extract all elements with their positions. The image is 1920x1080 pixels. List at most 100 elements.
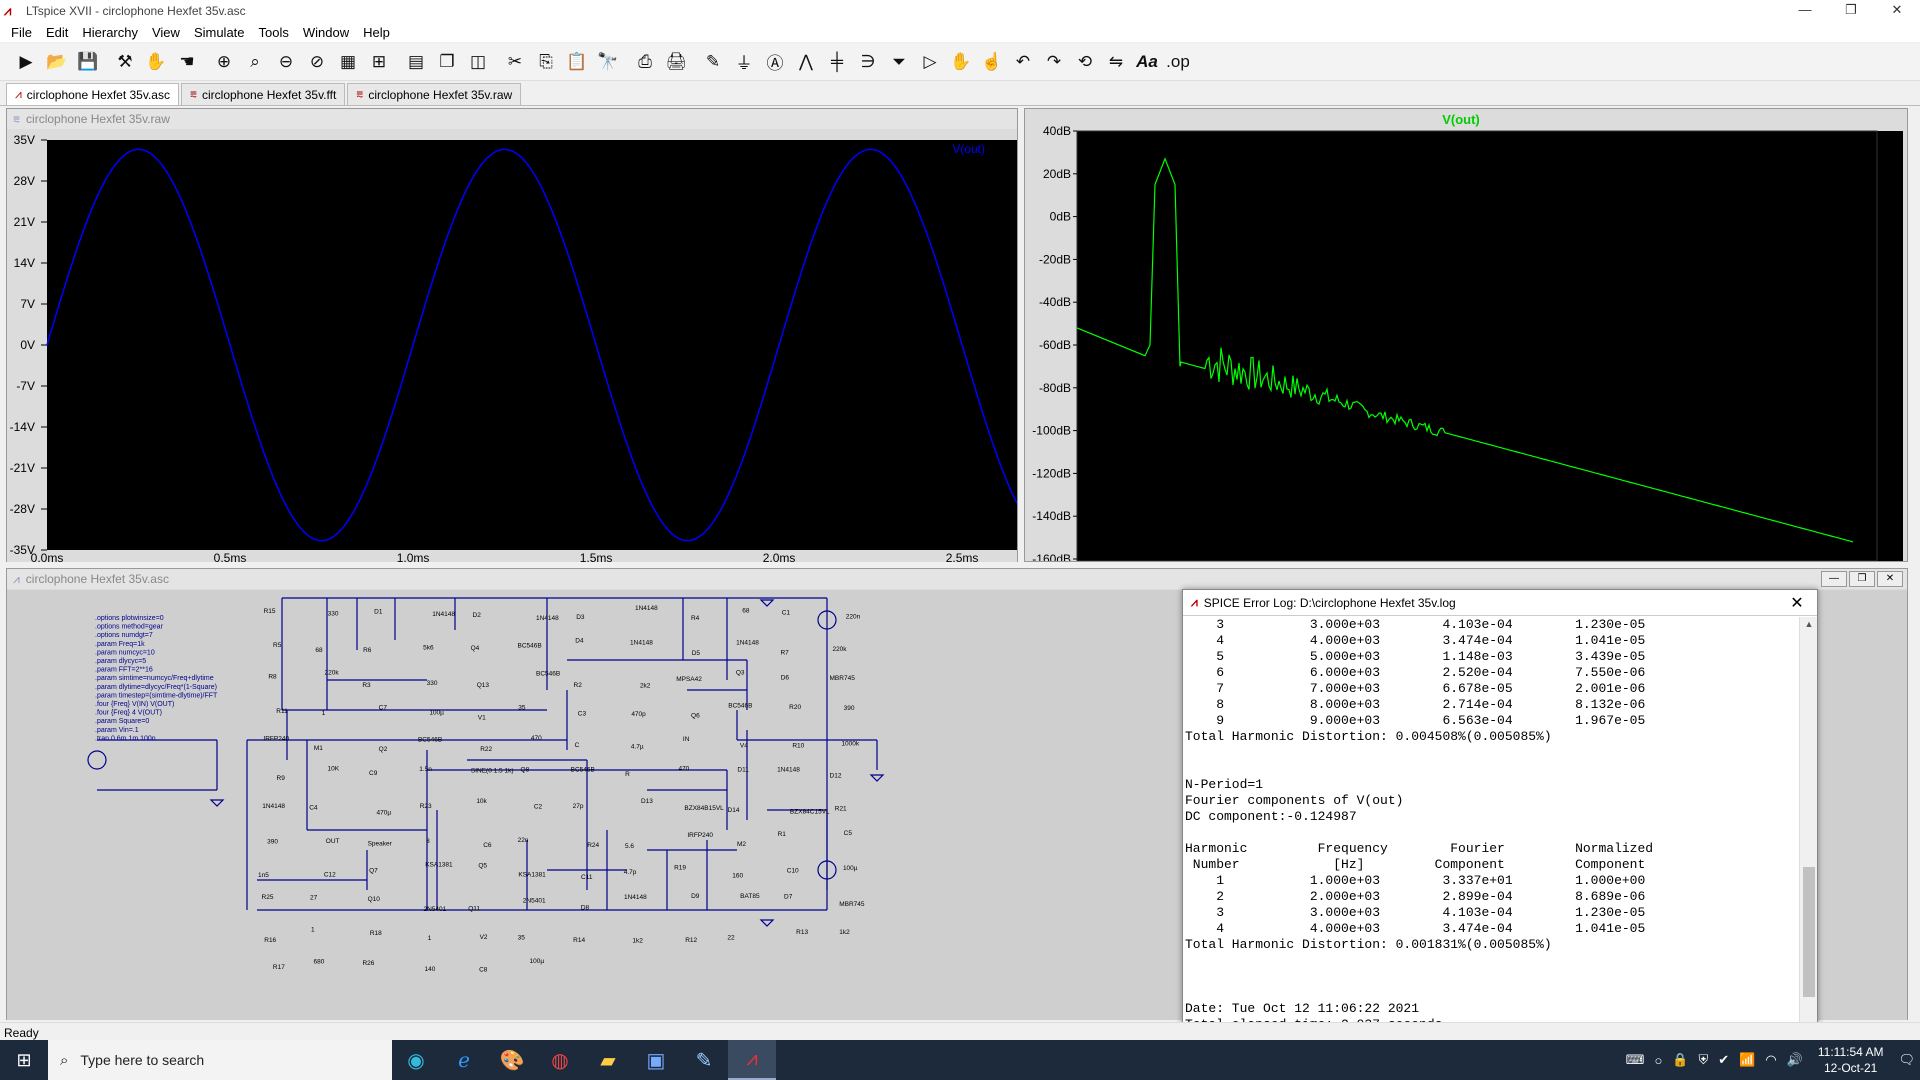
fft-plot[interactable]: V(out) 40dB 20dB 0dB -20dB -40dB -60dB -80dB -1… <box>1025 109 1907 561</box>
restore-button[interactable]: ❐ <box>1828 0 1874 22</box>
component-label[interactable]: C <box>575 742 580 749</box>
halt-icon[interactable]: ✋ <box>142 48 170 76</box>
log-scrollbar[interactable]: ▲ <box>1799 617 1817 1040</box>
component-label[interactable]: 470p <box>631 711 646 718</box>
component-label[interactable]: C3 <box>578 711 587 718</box>
resistor-icon[interactable]: ⋀ <box>792 48 820 76</box>
component-label[interactable]: BZX84B15VL <box>684 805 724 812</box>
component-label[interactable]: R19 <box>674 864 686 871</box>
component-label[interactable]: 100µ <box>429 709 444 716</box>
lock-icon[interactable]: 🔒 <box>1667 1052 1693 1068</box>
component-label[interactable]: 330 <box>328 610 339 617</box>
component-label[interactable]: D2 <box>473 612 482 619</box>
transient-plot[interactable]: 35V28V21V14V7V0V-7V-14V-21V-28V-35V 0.0m… <box>7 130 1017 562</box>
component-label[interactable]: Speaker <box>368 840 393 847</box>
component-label[interactable]: 4.7µ <box>631 743 644 750</box>
redo-icon[interactable]: ↷ <box>1040 48 1068 76</box>
component-label[interactable]: C8 <box>479 966 488 973</box>
zoom-cancel-icon[interactable]: ⊘ <box>303 48 331 76</box>
app-icon[interactable]: ▣ <box>632 1040 680 1080</box>
component-label[interactable]: BC546B <box>517 642 541 649</box>
label-net-icon[interactable]: Ⓐ <box>761 48 789 76</box>
component-label[interactable]: 1k2 <box>839 929 850 936</box>
component-label[interactable]: R17 <box>273 964 285 971</box>
component-label[interactable]: 1N4148 <box>630 639 653 646</box>
component-label[interactable]: Q3 <box>736 670 745 677</box>
component-label[interactable]: 27 <box>310 895 318 902</box>
component-label[interactable]: R2 <box>574 682 583 689</box>
component-label[interactable]: C12 <box>324 871 336 878</box>
component-label[interactable]: V1 <box>478 714 486 721</box>
component-label[interactable]: IN <box>683 736 690 743</box>
component-label[interactable]: D4 <box>575 637 584 644</box>
component-label[interactable]: D5 <box>692 650 701 657</box>
component-label[interactable]: 1N4148 <box>262 803 285 810</box>
mdi-close-button[interactable]: ✕ <box>1877 571 1903 587</box>
component-label[interactable]: M1 <box>314 745 323 752</box>
component-label[interactable]: 1 <box>322 710 326 717</box>
component-label[interactable]: 10K <box>327 766 339 773</box>
component-label[interactable]: 22n <box>518 837 529 844</box>
trace-label[interactable]: V(out) <box>952 142 985 156</box>
component-label[interactable]: D12 <box>830 772 842 779</box>
component-label[interactable]: BC546B <box>571 766 595 773</box>
edge-icon[interactable]: ◉ <box>392 1040 440 1080</box>
component-label[interactable]: 1000k <box>841 740 859 747</box>
paint-icon[interactable]: 🎨 <box>488 1040 536 1080</box>
component-label[interactable]: 100µ <box>843 865 858 872</box>
spice-directive[interactable]: .param Vin=.1 <box>95 727 139 734</box>
component-label[interactable]: V2 <box>480 934 488 941</box>
component-label[interactable]: 8 <box>426 838 430 845</box>
component-label[interactable]: 35 <box>518 934 526 941</box>
spice-directive[interactable]: .param numcyc=10 <box>95 649 155 656</box>
windows-start-icon[interactable]: ⊞ <box>0 1040 48 1080</box>
menu-hierarchy[interactable]: Hierarchy <box>75 25 145 40</box>
component-label[interactable]: IRFP240 <box>263 736 289 743</box>
component-label[interactable]: 1N4148 <box>635 605 658 612</box>
scroll-thumb[interactable] <box>1803 867 1815 997</box>
check-icon[interactable]: ✔ <box>1713 1052 1734 1068</box>
component-label[interactable]: 68 <box>742 607 750 614</box>
component-label[interactable]: D1 <box>374 609 383 616</box>
component-label[interactable]: MBR745 <box>839 901 865 908</box>
mdi-minimize-button[interactable]: — <box>1821 571 1847 587</box>
spice-directive-icon[interactable]: .op <box>1164 48 1192 76</box>
component-label[interactable]: R15 <box>264 608 276 615</box>
component-label[interactable]: D11 <box>737 767 749 774</box>
menu-help[interactable]: Help <box>356 25 397 40</box>
mdi-restore-button[interactable]: ❐ <box>1849 571 1875 587</box>
component-label[interactable]: R20 <box>789 704 801 711</box>
component-label[interactable]: D9 <box>691 893 700 900</box>
component-label[interactable]: 68 <box>315 647 323 654</box>
component-label[interactable]: R5 <box>273 642 282 649</box>
component-label[interactable]: 4.7p <box>624 869 637 876</box>
component-label[interactable]: R1 <box>778 831 787 838</box>
component-label[interactable]: D14 <box>728 807 740 814</box>
component-label[interactable]: R22 <box>480 746 492 753</box>
component-label[interactable]: 390 <box>844 705 855 712</box>
menu-tools[interactable]: Tools <box>252 25 296 40</box>
log-text[interactable]: 3 3.000e+03 4.103e-04 1.230e-05 4 4.000e… <box>1183 617 1799 1040</box>
component-label[interactable]: 470 <box>531 735 542 742</box>
component-label[interactable]: R13 <box>796 929 808 936</box>
component-label[interactable]: R11 <box>276 708 288 715</box>
spice-directive[interactable]: .tran 0 6m 1m 100n <box>95 735 156 742</box>
grid-icon[interactable]: ⊞ <box>365 48 393 76</box>
component-label[interactable]: 10k <box>476 798 487 805</box>
component-label[interactable]: BAT85 <box>740 893 760 900</box>
component-label[interactable]: Q7 <box>369 868 378 875</box>
menu-window[interactable]: Window <box>296 25 356 40</box>
pan-icon[interactable]: ☚ <box>173 48 201 76</box>
menu-file[interactable]: File <box>4 25 39 40</box>
clock[interactable]: 11:11:54 AM 12-Oct-21 <box>1808 1044 1894 1076</box>
run-icon[interactable]: ▶ <box>12 48 40 76</box>
minimize-button[interactable]: — <box>1782 0 1828 22</box>
component-label[interactable]: R8 <box>268 674 277 681</box>
save-icon[interactable]: 💾 <box>74 48 102 76</box>
component-label[interactable]: R12 <box>685 937 697 944</box>
spice-directive[interactable]: .param Square=0 <box>95 718 149 725</box>
component-label[interactable]: 100µ <box>529 958 544 965</box>
component-label[interactable]: 1N4148 <box>432 611 455 618</box>
ltspice-taskbar-icon[interactable]: ⩘ <box>728 1040 776 1080</box>
component-label[interactable]: 1 <box>311 927 315 934</box>
